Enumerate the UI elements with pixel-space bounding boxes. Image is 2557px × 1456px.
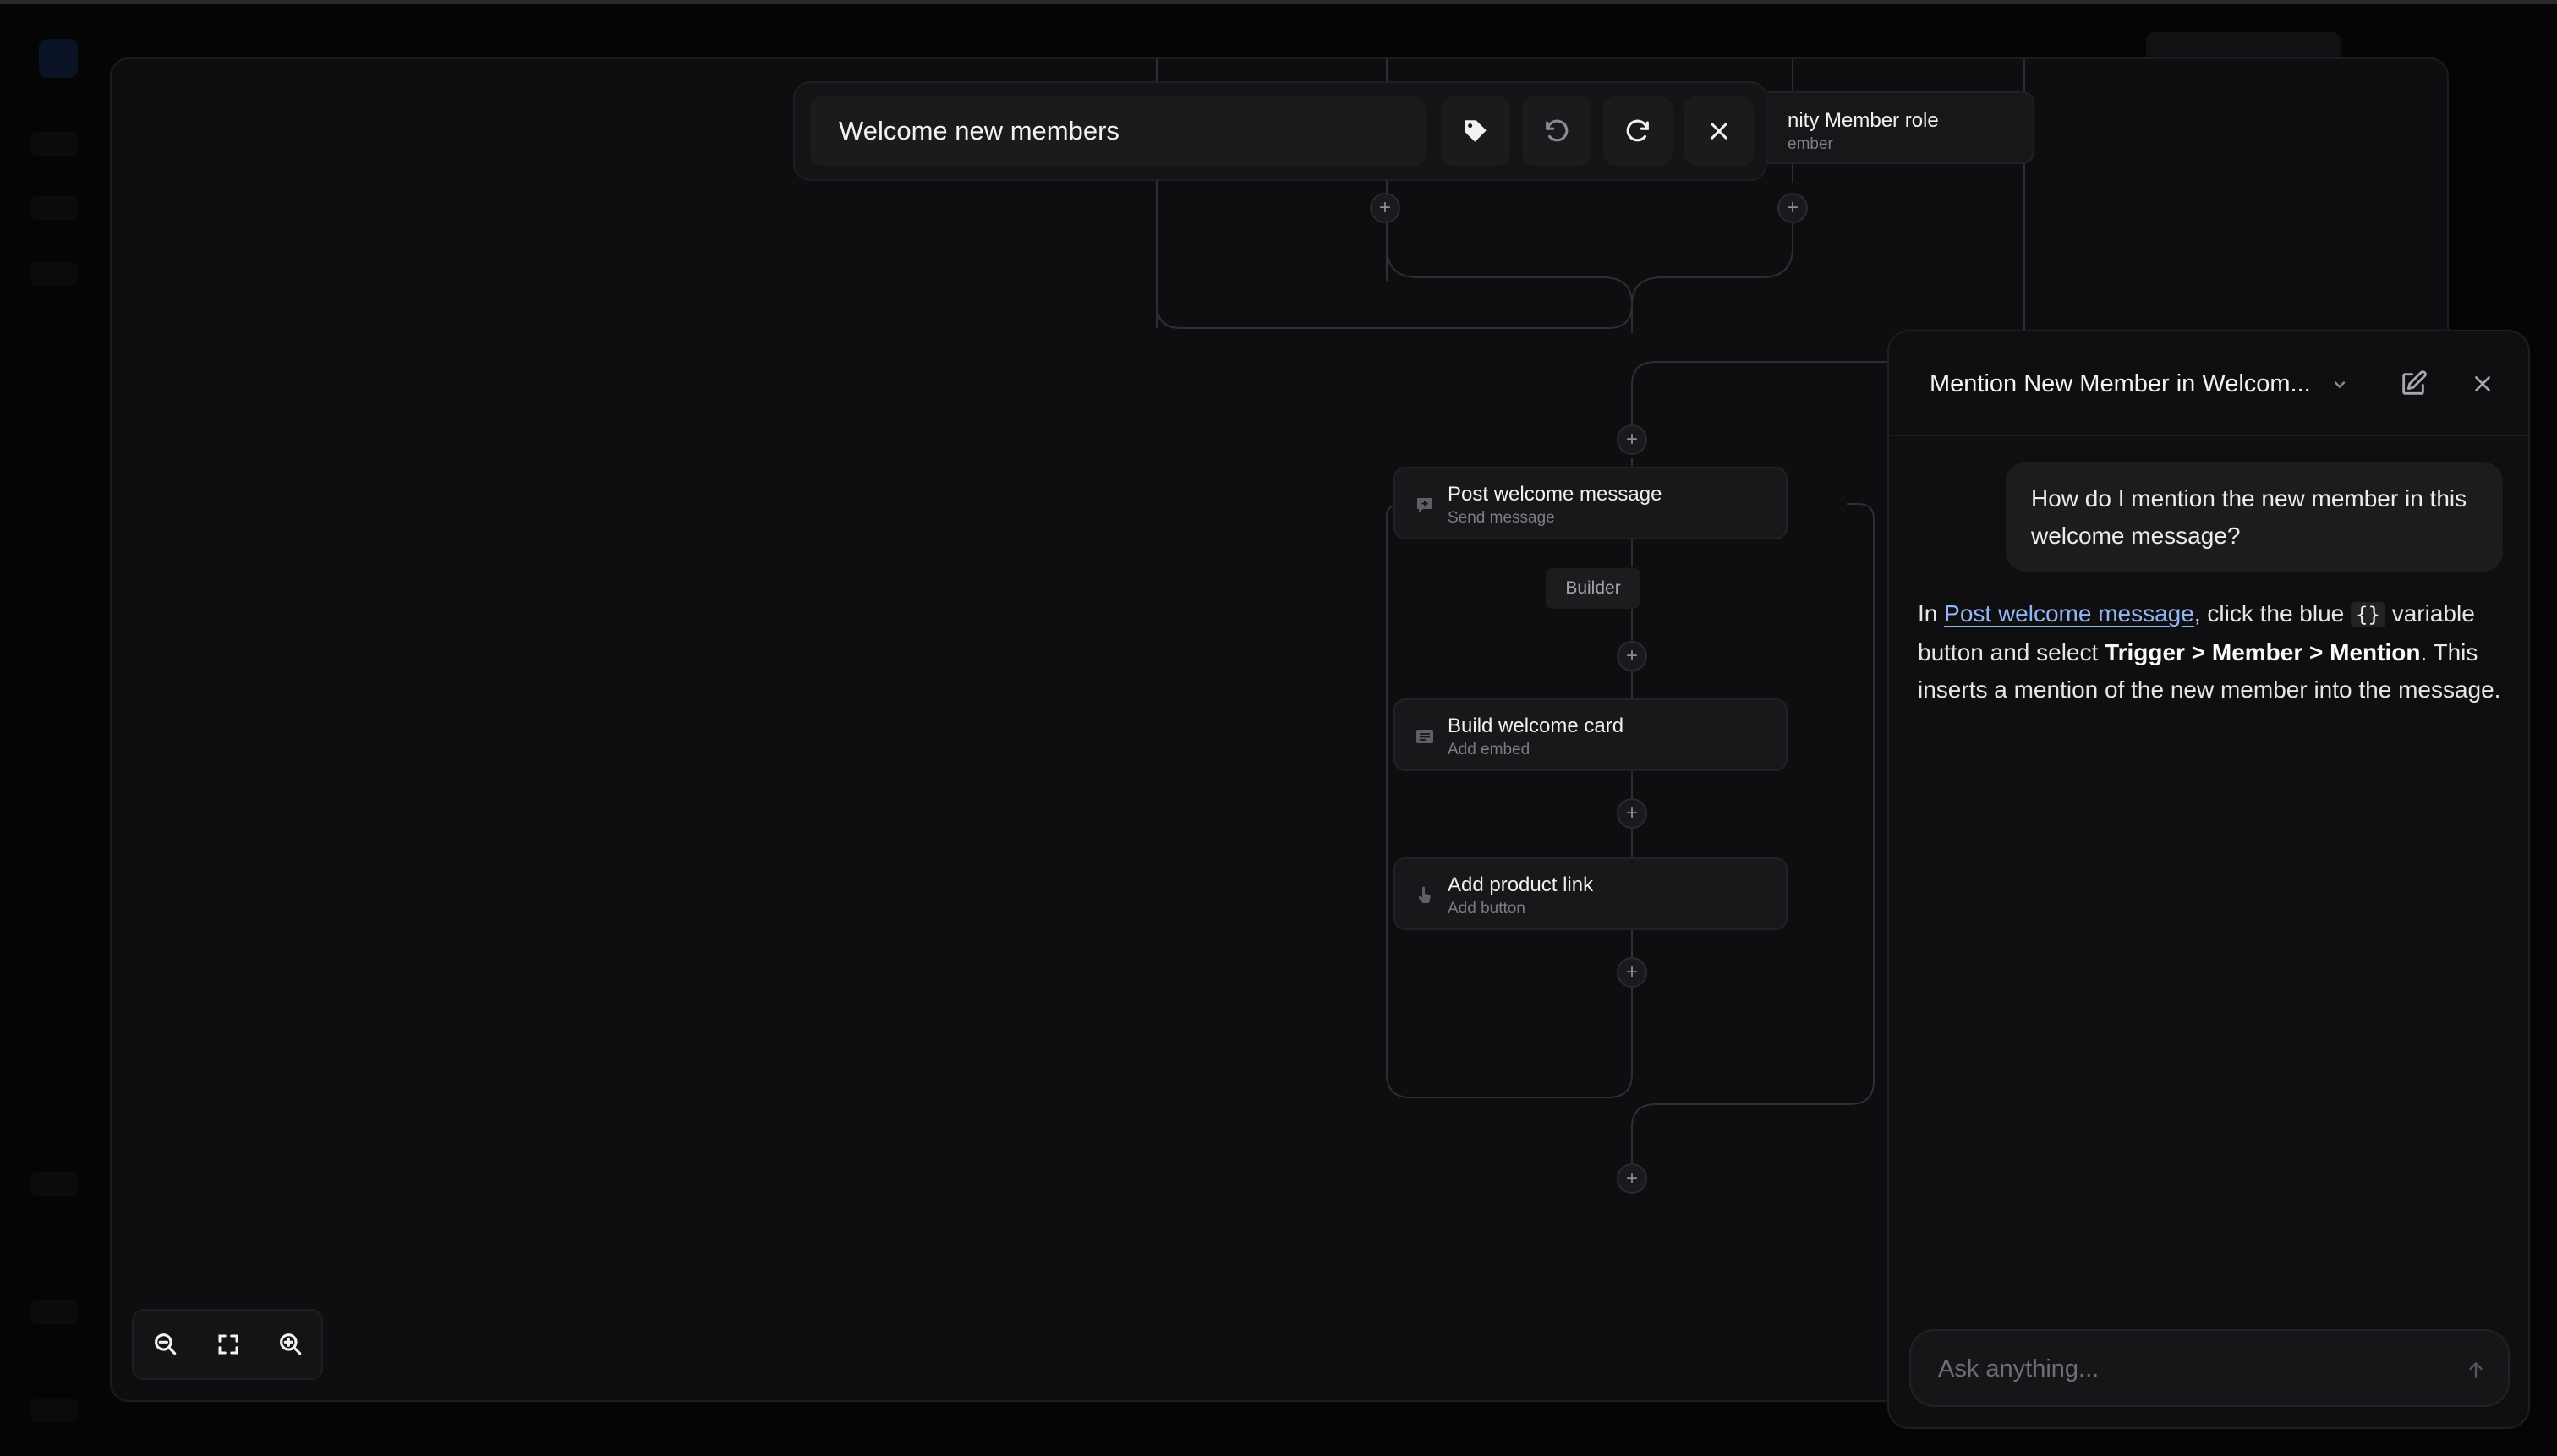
close-icon — [1711, 123, 1727, 140]
node-title: Post welcome message — [1448, 483, 1662, 506]
undo-button[interactable] — [1522, 96, 1591, 166]
answer-bold-text: Trigger > Member > Mention — [2105, 638, 2421, 665]
zoom-in-icon — [280, 1333, 302, 1355]
user-message: How do I mention the new member in this … — [2006, 462, 2503, 572]
fit-screen-button[interactable] — [206, 1322, 250, 1366]
assign-role-node[interactable]: nity Member role ember — [1767, 91, 2034, 164]
node-build-welcome-card[interactable]: Build welcome card Add embed — [1393, 698, 1788, 771]
node-title: Add product link — [1448, 873, 1594, 896]
background-nav-item — [30, 132, 78, 156]
arrow-up-icon — [2469, 1361, 2483, 1378]
close-panel-button[interactable] — [2464, 365, 2501, 402]
tag-icon — [1465, 120, 1487, 142]
add-step-button[interactable]: + — [1777, 193, 1808, 223]
zoom-controls — [132, 1309, 323, 1380]
embed-icon — [1414, 725, 1436, 747]
zoom-in-button[interactable] — [269, 1322, 313, 1366]
message-icon — [1414, 494, 1436, 516]
undo-icon — [1546, 119, 1569, 142]
add-step-button[interactable]: + — [1617, 424, 1647, 455]
send-button[interactable] — [2461, 1355, 2491, 1385]
node-subtitle: Add embed — [1448, 741, 1530, 758]
add-step-button[interactable]: + — [1617, 1163, 1647, 1194]
tag-button[interactable] — [1441, 96, 1510, 166]
variable-code: {} — [2351, 602, 2385, 627]
node-subtitle: Send message — [1448, 509, 1555, 527]
panel-divider — [1889, 435, 2528, 436]
redo-icon — [1626, 119, 1649, 142]
background-nav-item — [30, 1399, 78, 1422]
answer-text: , click the blue — [2193, 600, 2352, 627]
fit-screen-icon — [218, 1334, 238, 1355]
add-step-button[interactable]: + — [1617, 641, 1647, 671]
close-icon — [2475, 376, 2490, 391]
conversation-title[interactable]: Mention New Member in Welcom... — [1930, 370, 2311, 398]
workflow-toolbar: Welcome new members — [793, 81, 1767, 181]
zoom-out-button[interactable] — [144, 1322, 188, 1366]
chat-input-box — [1909, 1329, 2510, 1407]
assistant-message: In Post welcome message, click the blue … — [1918, 595, 2501, 709]
app-logo — [39, 39, 78, 78]
background-nav-item — [30, 196, 78, 220]
node-title: Build welcome card — [1448, 714, 1624, 737]
answer-text: In — [1918, 600, 1945, 627]
node-reference-link[interactable]: Post welcome message — [1944, 600, 2194, 627]
pointer-hand-icon — [1414, 884, 1436, 906]
add-step-button[interactable]: + — [1617, 798, 1647, 829]
node-add-product-link[interactable]: Add product link Add button — [1393, 857, 1788, 930]
assistant-panel: Mention New Member in Welcom... How do I… — [1887, 330, 2530, 1429]
node-post-welcome-message[interactable]: Post welcome message Send message — [1393, 467, 1788, 539]
window-top-border — [0, 0, 2557, 4]
chevron-down-icon — [2334, 381, 2346, 389]
background-nav-item — [30, 262, 78, 286]
node-subtitle: Add button — [1448, 900, 1525, 917]
add-step-button[interactable]: + — [1370, 193, 1400, 223]
add-step-button[interactable]: + — [1617, 957, 1647, 988]
background-nav-item — [30, 1300, 78, 1324]
conversation-dropdown[interactable] — [2327, 372, 2352, 397]
close-editor-button[interactable] — [1684, 96, 1754, 166]
redo-button[interactable] — [1603, 96, 1673, 166]
node-subtitle: ember — [1788, 135, 1833, 153]
chat-input[interactable] — [1938, 1351, 2428, 1387]
branch-label: Builder — [1546, 568, 1640, 609]
workflow-title-field[interactable]: Welcome new members — [810, 96, 1426, 166]
edit-icon — [2402, 370, 2427, 395]
background-nav-item — [30, 1172, 78, 1196]
zoom-out-icon — [155, 1333, 177, 1355]
node-title: nity Member role — [1788, 109, 1939, 132]
new-chat-button[interactable] — [2395, 365, 2432, 402]
